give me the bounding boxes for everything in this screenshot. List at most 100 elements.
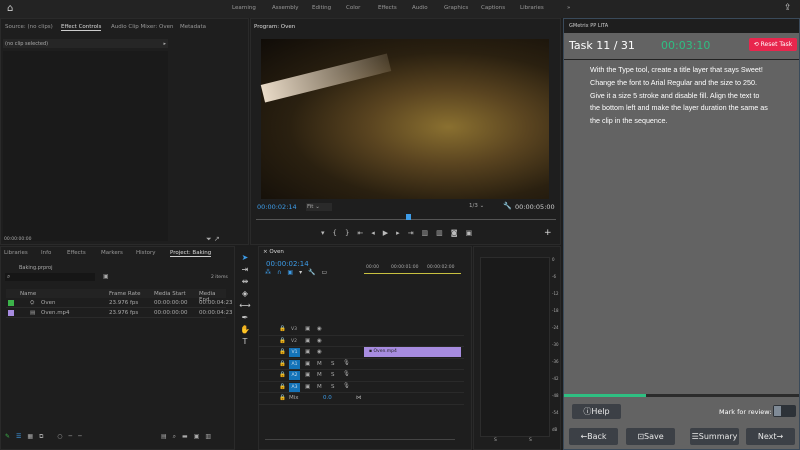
back-button[interactable]: ← Back bbox=[569, 428, 618, 445]
workspace-editing[interactable]: Editing bbox=[312, 5, 331, 11]
timeline-timecode[interactable]: 00:00:02:14 bbox=[266, 260, 309, 268]
help-button[interactable]: ⓘ Help bbox=[572, 404, 621, 419]
project-tab-4[interactable]: History bbox=[136, 250, 156, 256]
mix-track[interactable]: 🔒 Mix 0.0 ⋈ bbox=[259, 393, 464, 405]
solo-right[interactable]: S bbox=[529, 438, 532, 443]
workspace-captions[interactable]: Captions bbox=[481, 5, 505, 11]
add-button-icon[interactable]: + bbox=[544, 228, 552, 238]
clip-oven-mp4[interactable]: ▪ Oven.mp4 bbox=[364, 347, 461, 357]
reset-task-button[interactable]: ⟲ Reset Task bbox=[749, 38, 797, 51]
audio-track[interactable]: 🔒 A3 ▣ M S 🎙 bbox=[259, 382, 464, 393]
meter-tick: -30 bbox=[552, 342, 559, 347]
solo-left[interactable]: S bbox=[494, 438, 497, 443]
summary-button[interactable]: ☰ Summary bbox=[690, 428, 739, 445]
project-item[interactable]: ⛭ Oven 23.976 fps 00:00:00:00 00:00:04:23 bbox=[6, 298, 233, 308]
project-tab-5[interactable]: Project: Baking bbox=[170, 250, 212, 257]
track-select-icon[interactable]: ⇥ bbox=[237, 264, 253, 276]
workspace-color[interactable]: Color bbox=[346, 5, 360, 11]
project-tab-0[interactable]: Libraries bbox=[4, 250, 28, 256]
meter-tick: -6 bbox=[552, 274, 556, 279]
hand-icon[interactable]: ✋ bbox=[237, 324, 253, 336]
home-icon[interactable]: ⌂ bbox=[7, 3, 13, 14]
new-bin-icon[interactable]: ▣ bbox=[103, 273, 109, 280]
more-workspaces-icon[interactable]: » bbox=[567, 5, 570, 11]
effect-controls-area bbox=[3, 51, 168, 241]
razor-icon[interactable]: ◈ bbox=[237, 288, 253, 300]
meter-tick: -54 bbox=[552, 410, 559, 415]
mark-review-label: Mark for review: bbox=[719, 408, 772, 416]
project-footer-actions[interactable]: ▤⌕▬▣▥ bbox=[161, 433, 217, 441]
sequence-icon: ⛭ bbox=[30, 300, 35, 306]
tools-panel[interactable]: ➤ ⇥ ⇹ ◈ ⟷ ✒ ✋ T bbox=[237, 252, 253, 348]
search-icon: ⌕ bbox=[7, 273, 11, 280]
video-icon: ▤ bbox=[30, 310, 36, 316]
no-clip-label: (no clip selected) bbox=[5, 41, 49, 47]
progress-fill bbox=[564, 394, 647, 397]
items-count: 2 items bbox=[211, 275, 228, 280]
meter-tick: -18 bbox=[552, 308, 559, 313]
project-tab-3[interactable]: Markers bbox=[101, 250, 123, 256]
audio-track[interactable]: 🔒 A2 ▣ M S 🎙 bbox=[259, 370, 464, 382]
project-tab-1[interactable]: Info bbox=[41, 250, 51, 256]
ripple-edit-icon[interactable]: ⇹ bbox=[237, 276, 253, 288]
label-color bbox=[8, 310, 14, 316]
gmetrix-title: GMetrix PP LITA bbox=[569, 23, 609, 29]
workspace-audio[interactable]: Audio bbox=[412, 5, 428, 11]
workspace-graphics[interactable]: Graphics bbox=[444, 5, 468, 11]
source-tab-2[interactable]: Audio Clip Mixer: Oven bbox=[111, 24, 173, 30]
video-frame bbox=[260, 39, 549, 199]
meter-tick: -36 bbox=[552, 359, 559, 364]
meter-tick: 0 bbox=[552, 257, 555, 262]
video-track[interactable]: 🔒 V3 ▣ ◉ bbox=[259, 324, 464, 336]
clip-selector[interactable]: (no clip selected) ▸ bbox=[3, 39, 168, 48]
project-header: Name Frame Rate Media Start Media End bbox=[6, 289, 226, 303]
workspace-effects[interactable]: Effects bbox=[378, 5, 397, 11]
quality-dropdown[interactable]: 1/3 ⌄ bbox=[469, 203, 495, 209]
project-file: Baking.prproj bbox=[19, 265, 53, 271]
audio-track[interactable]: 🔒 A1 ▣ M S 🎙 bbox=[259, 359, 464, 370]
selection-tool-icon[interactable]: ➤ bbox=[237, 252, 253, 264]
project-panel: Libraries Info Effects Markers History Projec… bbox=[0, 246, 235, 450]
meter-tick: -12 bbox=[552, 291, 559, 296]
meter-tick: dB bbox=[552, 427, 558, 432]
wrench-icon[interactable]: 🔧 bbox=[503, 202, 512, 210]
filter-icon[interactable]: ⏷ ↗ bbox=[206, 235, 220, 244]
timeline-scrollbar[interactable] bbox=[265, 439, 455, 440]
pen-icon[interactable]: ✒ bbox=[237, 312, 253, 324]
project-footer-tools[interactable]: ✎☰▦⧉ ○── bbox=[5, 433, 88, 441]
oven-light bbox=[260, 53, 392, 103]
slip-icon[interactable]: ⟷ bbox=[237, 300, 253, 312]
mic-icon: 🎙 bbox=[343, 359, 350, 366]
label-color bbox=[8, 300, 14, 306]
source-tab-0[interactable]: Source: (no clips) bbox=[5, 24, 53, 30]
source-tab-3[interactable]: Metadata bbox=[180, 24, 206, 30]
mic-icon: 🎙 bbox=[343, 382, 350, 389]
source-tab-1[interactable]: Effect Controls bbox=[61, 24, 102, 31]
timeline-tools[interactable]: ⁂∩▣▾🔧▭ bbox=[265, 269, 333, 276]
time-ruler[interactable]: 00:00 00:00:01:00 00:00:02:00 bbox=[364, 265, 464, 275]
mic-icon: 🎙 bbox=[343, 371, 350, 377]
task-timer: 00:03:10 bbox=[661, 39, 711, 52]
fit-dropdown[interactable]: Fit ⌄ bbox=[306, 203, 332, 211]
meter-tick: -48 bbox=[552, 393, 559, 398]
save-button[interactable]: ⊡ Save bbox=[626, 428, 675, 445]
task-instructions: With the Type tool, create a title layer… bbox=[590, 65, 768, 126]
type-tool-icon[interactable]: T bbox=[237, 336, 253, 348]
effect-controls-panel: Source: (no clips) Effect Controls Audio C… bbox=[0, 18, 249, 245]
video-track[interactable]: 🔒 V2 ▣ ◉ bbox=[259, 336, 464, 347]
top-bar: ⌂ Learning Assembly Editing Color Effects Aud… bbox=[0, 0, 800, 18]
workspace-libraries[interactable]: Libraries bbox=[520, 5, 544, 11]
transport-controls[interactable]: ▾{}⇤◂▶▸⇥▥▥◙▣ bbox=[321, 229, 480, 237]
next-button[interactable]: Next → bbox=[746, 428, 795, 445]
mark-review-toggle[interactable] bbox=[773, 405, 796, 417]
project-tab-2[interactable]: Effects bbox=[67, 250, 86, 256]
audio-meter: 0 -6 -12 -18 -24 -30 -36 -42 -48 -54 dB S S bbox=[473, 246, 561, 450]
gmetrix-body: Task 11 / 31 00:03:10 ⟲ Reset Task With … bbox=[564, 33, 799, 449]
workspace-learning[interactable]: Learning bbox=[232, 5, 256, 11]
playhead[interactable] bbox=[406, 214, 411, 220]
program-timecode[interactable]: 00:00:02:14 bbox=[257, 203, 297, 211]
share-icon[interactable]: ⇪ bbox=[784, 3, 792, 13]
workspace-assembly[interactable]: Assembly bbox=[272, 5, 299, 11]
search-input[interactable]: ⌕ bbox=[5, 273, 95, 281]
project-item[interactable]: ▤ Oven.mp4 23.976 fps 00:00:00:00 00:00:04:2… bbox=[6, 308, 233, 318]
